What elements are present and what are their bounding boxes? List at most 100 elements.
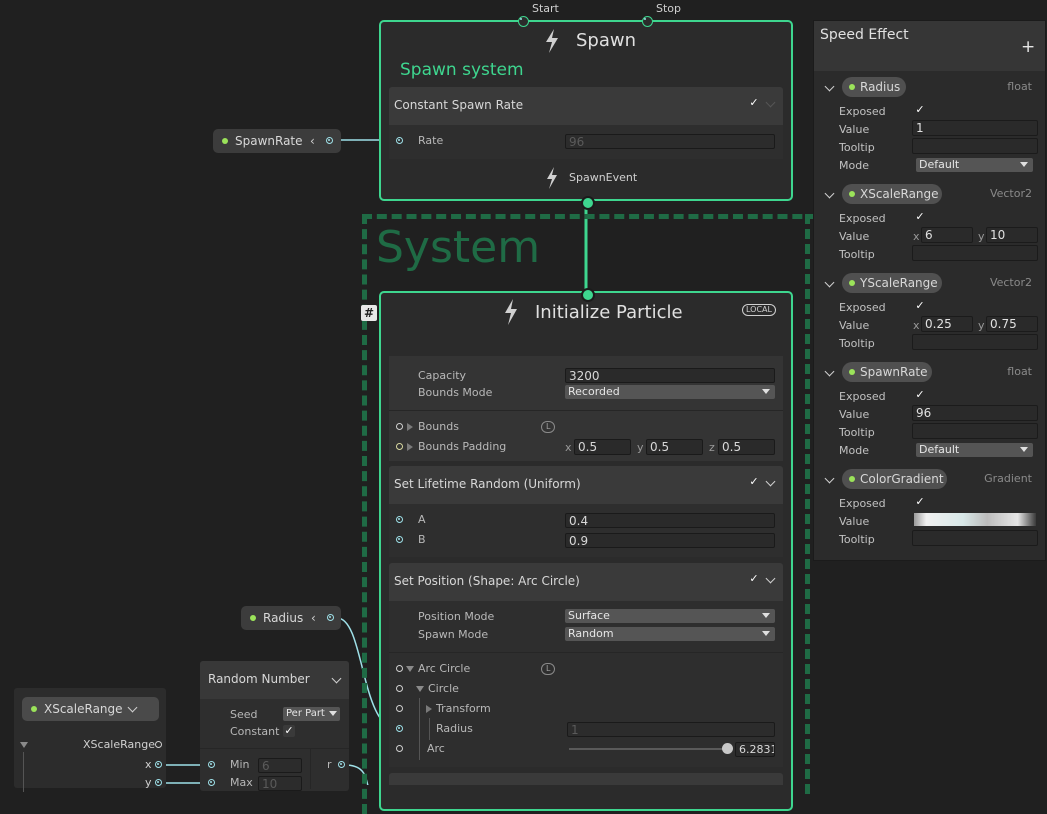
- init-title[interactable]: Initialize Particle: [535, 302, 683, 323]
- spawn-mode-dropdown[interactable]: Random: [565, 627, 775, 641]
- circle-port[interactable]: [396, 685, 403, 692]
- min-port[interactable]: [208, 761, 215, 768]
- spawn-output-port[interactable]: [581, 196, 595, 210]
- a-field[interactable]: 0.4: [565, 513, 775, 528]
- spawnrate-node-label: SpawnRate: [235, 134, 303, 148]
- xscalerange-output-port[interactable]: [155, 741, 162, 748]
- xscale-y-field[interactable]: 10: [986, 227, 1038, 243]
- expand-arrow-icon[interactable]: [407, 423, 413, 431]
- mode-dropdown[interactable]: Default: [916, 158, 1033, 172]
- space-badge[interactable]: LOCAL: [742, 304, 776, 316]
- collapse-arrow-icon[interactable]: [416, 686, 424, 692]
- bb-property-name: SpawnRate: [860, 365, 928, 379]
- a-port[interactable]: [396, 516, 403, 523]
- constant-toggle[interactable]: ✓: [283, 725, 295, 737]
- gradient-field[interactable]: [914, 513, 1036, 526]
- exposed-toggle[interactable]: ✓: [914, 104, 926, 116]
- yscale-x-field[interactable]: 0.25: [921, 316, 973, 332]
- seed-dropdown[interactable]: Per Part: [283, 707, 340, 721]
- system-title[interactable]: System: [376, 222, 540, 273]
- b-label: B: [418, 533, 426, 546]
- chevron-left-icon[interactable]: ‹: [310, 129, 315, 153]
- set-lifetime-toggle[interactable]: ✓: [748, 476, 760, 488]
- x-label: x: [913, 230, 920, 243]
- expand-arrow-icon[interactable]: [407, 443, 413, 451]
- chevron-down-icon[interactable]: [127, 702, 138, 713]
- arc-field[interactable]: 6.2831: [735, 742, 775, 757]
- x-output-port[interactable]: [155, 761, 162, 768]
- bb-property-xscalerange[interactable]: XScaleRange: [842, 184, 942, 204]
- b-port[interactable]: [396, 536, 403, 543]
- transform-port[interactable]: [396, 705, 403, 712]
- add-property-button[interactable]: +: [1021, 37, 1035, 57]
- xscale-x-field[interactable]: 6: [921, 227, 973, 243]
- rate-field: 96: [565, 134, 775, 149]
- exposed-toggle[interactable]: ✓: [914, 211, 926, 223]
- transform-label: Transform: [436, 702, 491, 715]
- init-input-port[interactable]: [581, 288, 595, 302]
- exposed-toggle[interactable]: ✓: [914, 496, 926, 508]
- arc-circle-port[interactable]: [396, 665, 403, 672]
- stop-port[interactable]: [642, 16, 653, 27]
- chevron-left-icon[interactable]: ‹: [311, 606, 316, 630]
- bp-z-label: z: [709, 441, 715, 454]
- spawnrate-value-field[interactable]: 96: [912, 405, 1038, 421]
- mode-label: Mode: [839, 159, 869, 172]
- radius-property-node[interactable]: Radius ‹: [241, 606, 341, 630]
- arc-slider-handle[interactable]: [722, 743, 733, 754]
- tooltip-field[interactable]: [912, 334, 1038, 350]
- system-hash-badge[interactable]: #: [361, 305, 377, 321]
- b-field[interactable]: 0.9: [565, 533, 775, 548]
- bp-x-field[interactable]: 0.5: [574, 439, 631, 455]
- tooltip-field[interactable]: [912, 423, 1038, 439]
- radius-output-port[interactable]: [327, 614, 334, 621]
- bb-property-yscalerange[interactable]: YScaleRange: [842, 273, 942, 293]
- next-block-header[interactable]: [389, 773, 783, 785]
- bp-y-field[interactable]: 0.5: [646, 439, 703, 455]
- radius-port[interactable]: [396, 725, 403, 732]
- constant-spawn-rate-toggle[interactable]: ✓: [748, 97, 760, 109]
- tooltip-field[interactable]: [912, 138, 1038, 154]
- start-port[interactable]: [518, 16, 529, 27]
- spawnrate-property-node[interactable]: SpawnRate ‹: [213, 129, 341, 153]
- spawnrate-output-port[interactable]: [326, 137, 333, 144]
- mode-value: Default: [919, 443, 960, 456]
- rate-label: Rate: [418, 134, 444, 147]
- bounds-mode-dropdown[interactable]: Recorded: [565, 385, 775, 399]
- collapse-arrow-icon[interactable]: [20, 742, 28, 748]
- exposed-toggle[interactable]: ✓: [914, 389, 926, 401]
- bb-property-radius[interactable]: Radius: [842, 77, 906, 97]
- bp-z-field[interactable]: 0.5: [718, 439, 775, 455]
- bb-property-type: float: [1007, 80, 1032, 93]
- mode-dropdown[interactable]: Default: [916, 443, 1033, 457]
- r-output-port[interactable]: [338, 761, 345, 768]
- bb-property-spawnrate[interactable]: SpawnRate: [842, 362, 932, 382]
- arc-port[interactable]: [396, 745, 403, 752]
- bounds-padding-port[interactable]: [396, 443, 403, 450]
- bounds-local-badge[interactable]: L: [541, 421, 556, 433]
- expand-arrow-icon[interactable]: [426, 705, 432, 713]
- property-dot: [849, 369, 855, 375]
- bb-property-colorgradient[interactable]: ColorGradient: [842, 469, 947, 489]
- next-block-toggle[interactable]: [748, 781, 760, 785]
- position-mode-dropdown[interactable]: Surface: [565, 609, 775, 623]
- spawn-title[interactable]: Spawn: [576, 30, 636, 51]
- exposed-toggle[interactable]: ✓: [914, 300, 926, 312]
- xscalerange-pill[interactable]: XScaleRange: [22, 697, 159, 721]
- bounds-port[interactable]: [396, 423, 403, 430]
- radius-value-field[interactable]: 1: [912, 120, 1038, 136]
- tooltip-field[interactable]: [912, 245, 1038, 261]
- tooltip-field[interactable]: [912, 530, 1038, 546]
- divider: [389, 652, 783, 653]
- set-position-toggle[interactable]: ✓: [748, 573, 760, 585]
- y-label: y: [145, 776, 152, 789]
- capacity-field[interactable]: 3200: [565, 368, 775, 383]
- arc-circle-local-badge[interactable]: L: [541, 663, 556, 675]
- collapse-arrow-icon[interactable]: [406, 666, 414, 672]
- arc-slider-track[interactable]: [569, 748, 729, 750]
- value-label: Value: [839, 319, 870, 332]
- yscale-y-field[interactable]: 0.75: [986, 316, 1038, 332]
- spawn-subtitle[interactable]: Spawn system: [400, 60, 524, 80]
- rate-port[interactable]: [396, 137, 403, 144]
- divider: [200, 748, 349, 749]
